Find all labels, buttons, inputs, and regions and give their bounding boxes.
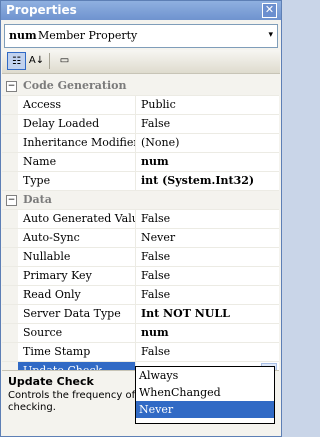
category-label: Data [23,193,52,206]
property-row[interactable]: Delay Loaded False [2,115,279,134]
property-name: Time Stamp [18,343,136,361]
window-title: Properties [6,3,77,17]
description-line: Controls the frequency of d [8,390,145,401]
property-value[interactable]: False [136,267,279,285]
collapse-icon[interactable]: − [6,195,17,206]
property-pages-icon[interactable]: ▭ [55,52,74,70]
property-value[interactable]: num [136,324,279,342]
property-value[interactable]: Never [136,229,279,247]
title-bar[interactable]: Properties ✕ [1,1,281,20]
object-name: num [9,29,37,42]
category-code-generation[interactable]: − Code Generation [2,77,279,96]
collapse-icon[interactable]: − [6,81,17,92]
property-row[interactable]: Auto Generated Value False [2,210,279,229]
close-icon[interactable]: ✕ [262,3,277,18]
dropdown-option-never[interactable]: Never [136,401,274,418]
property-value[interactable]: Int NOT NULL [136,305,279,323]
property-name: Access [18,96,136,114]
property-name: Delay Loaded [18,115,136,133]
description-line: checking. [8,402,56,413]
dropdown-option-whenchanged[interactable]: WhenChanged [136,384,274,401]
property-name: Name [18,153,136,171]
property-name: Type [18,172,136,190]
property-name: Primary Key [18,267,136,285]
property-name: Auto-Sync [18,229,136,247]
properties-window: Properties ✕ num Member Property ▾ ☷ A↓ … [0,0,282,437]
chevron-down-icon[interactable]: ▾ [268,30,273,40]
property-row[interactable]: Read Only False [2,286,279,305]
property-value[interactable]: False [136,343,279,361]
dropdown-list: Always WhenChanged Never [135,366,275,424]
property-row[interactable]: Time Stamp False [2,343,279,362]
property-name: Auto Generated Value [18,210,136,228]
property-name: Read Only [18,286,136,304]
property-value[interactable]: int (System.Int32) [136,172,279,190]
property-name: Nullable [18,248,136,266]
object-type: Member Property [38,29,138,42]
property-row[interactable]: Type int (System.Int32) [2,172,279,191]
property-value[interactable]: False [136,248,279,266]
property-value[interactable]: False [136,115,279,133]
category-label: Code Generation [23,79,127,92]
properties-toolbar: ☷ A↓ ▭ [2,50,280,74]
property-row[interactable]: Nullable False [2,248,279,267]
property-name: Source [18,324,136,342]
dropdown-option-always[interactable]: Always [136,367,274,384]
property-row[interactable]: Primary Key False [2,267,279,286]
property-grid: − Code Generation Access Public Delay Loa… [2,77,279,381]
description-title: Update Check [8,375,94,388]
property-value[interactable]: num [136,153,279,171]
property-row[interactable]: Source num [2,324,279,343]
toolbar-separator [49,53,50,69]
property-name: Server Data Type [18,305,136,323]
property-row[interactable]: Access Public [2,96,279,115]
property-value[interactable]: Public [136,96,279,114]
alphabetical-icon[interactable]: A↓ [27,52,46,70]
categorized-icon[interactable]: ☷ [7,52,26,70]
property-value[interactable]: (None) [136,134,279,152]
property-row[interactable]: Server Data Type Int NOT NULL [2,305,279,324]
property-row[interactable]: Name num [2,153,279,172]
category-data[interactable]: − Data [2,191,279,210]
property-name: Inheritance Modifier [18,134,136,152]
object-selector[interactable]: num Member Property ▾ [4,24,278,48]
property-value[interactable]: False [136,210,279,228]
property-value[interactable]: False [136,286,279,304]
property-row[interactable]: Auto-Sync Never [2,229,279,248]
property-row[interactable]: Inheritance Modifier (None) [2,134,279,153]
